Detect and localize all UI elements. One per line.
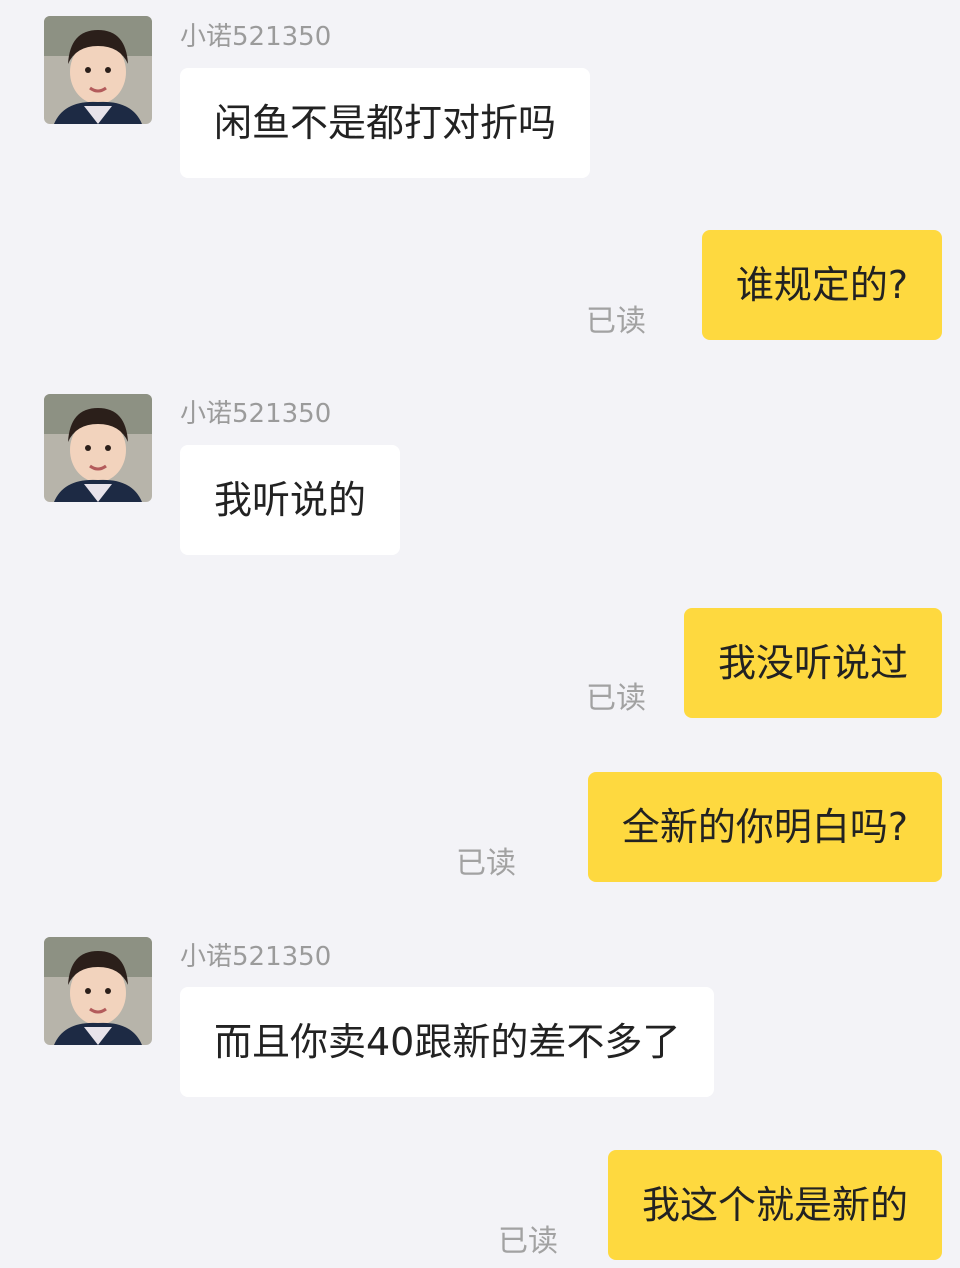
contact-avatar[interactable] — [44, 16, 152, 124]
message-bubble-incoming[interactable]: 我听说的 — [180, 445, 401, 555]
message-bubble-incoming[interactable]: 而且你卖40跟新的差不多了 — [180, 987, 715, 1097]
contact-avatar[interactable] — [44, 937, 152, 1045]
message-bubble-outgoing[interactable]: 我没听说过 — [683, 608, 942, 718]
contact-avatar[interactable] — [44, 394, 152, 502]
read-status: 已读 — [586, 304, 646, 339]
message-bubble-incoming[interactable]: 闲鱼不是都打对折吗 — [180, 68, 591, 178]
avatar-photo-icon — [44, 394, 152, 502]
read-status: 已读 — [586, 681, 646, 716]
contact-name: 小诺521350 — [180, 399, 332, 429]
message-bubble-outgoing[interactable]: 全新的你明白吗? — [587, 772, 942, 882]
read-status: 已读 — [456, 846, 516, 881]
contact-name: 小诺521350 — [180, 22, 332, 52]
avatar-photo-icon — [44, 16, 152, 124]
contact-name: 小诺521350 — [180, 942, 332, 972]
message-bubble-outgoing[interactable]: 我这个就是新的 — [607, 1150, 942, 1260]
read-status: 已读 — [498, 1224, 558, 1259]
message-bubble-outgoing[interactable]: 谁规定的? — [701, 230, 942, 340]
avatar-photo-icon — [44, 937, 152, 1045]
